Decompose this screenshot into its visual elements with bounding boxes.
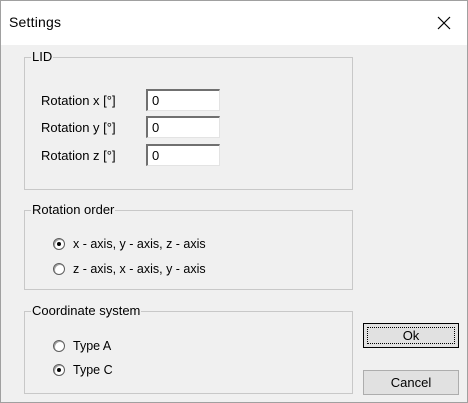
coordinate-system-group-label: Coordinate system <box>31 303 142 319</box>
radio-button-xyz[interactable] <box>53 238 65 250</box>
lid-group-label: LID <box>31 49 54 65</box>
rotation-order-option-zxy-label: z - axis, x - axis, y - axis <box>73 262 206 276</box>
rotation-order-option-zxy[interactable]: z - axis, x - axis, y - axis <box>53 262 206 276</box>
rotation-x-label: Rotation x [°] <box>41 93 116 108</box>
coordinate-option-type-a-label: Type A <box>73 339 112 353</box>
rotation-z-label: Rotation z [°] <box>41 148 116 163</box>
settings-dialog: Settings LID Rotation x [°] Rotation y [… <box>0 0 468 403</box>
rotation-x-input[interactable] <box>146 89 220 111</box>
radio-button-type-c[interactable] <box>53 364 65 376</box>
cancel-button[interactable]: Cancel <box>363 370 459 395</box>
rotation-order-option-xyz[interactable]: x - axis, y - axis, z - axis <box>53 237 206 251</box>
close-icon <box>437 16 451 30</box>
rotation-y-label: Rotation y [°] <box>41 120 116 135</box>
cancel-button-label: Cancel <box>390 375 432 390</box>
ok-button-focus-rect <box>367 327 455 344</box>
radio-button-type-a[interactable] <box>53 340 65 352</box>
lid-group: LID Rotation x [°] Rotation y [°] Rotati… <box>24 49 353 190</box>
window-title: Settings <box>9 14 62 30</box>
radio-button-zxy[interactable] <box>53 263 65 275</box>
coordinate-system-group: Coordinate system Type A Type C <box>24 303 353 394</box>
rotation-y-input[interactable] <box>146 116 220 138</box>
rotation-order-option-xyz-label: x - axis, y - axis, z - axis <box>73 237 206 251</box>
coordinate-option-type-c[interactable]: Type C <box>53 363 113 377</box>
rotation-z-input[interactable] <box>146 144 220 166</box>
title-bar[interactable]: Settings <box>1 1 467 45</box>
rotation-order-group: Rotation order x - axis, y - axis, z - a… <box>24 202 353 290</box>
rotation-order-group-label: Rotation order <box>31 202 116 218</box>
ok-button[interactable]: Ok <box>363 323 459 348</box>
coordinate-option-type-a[interactable]: Type A <box>53 339 111 353</box>
close-button[interactable] <box>421 1 467 45</box>
coordinate-option-type-c-label: Type C <box>73 363 113 377</box>
